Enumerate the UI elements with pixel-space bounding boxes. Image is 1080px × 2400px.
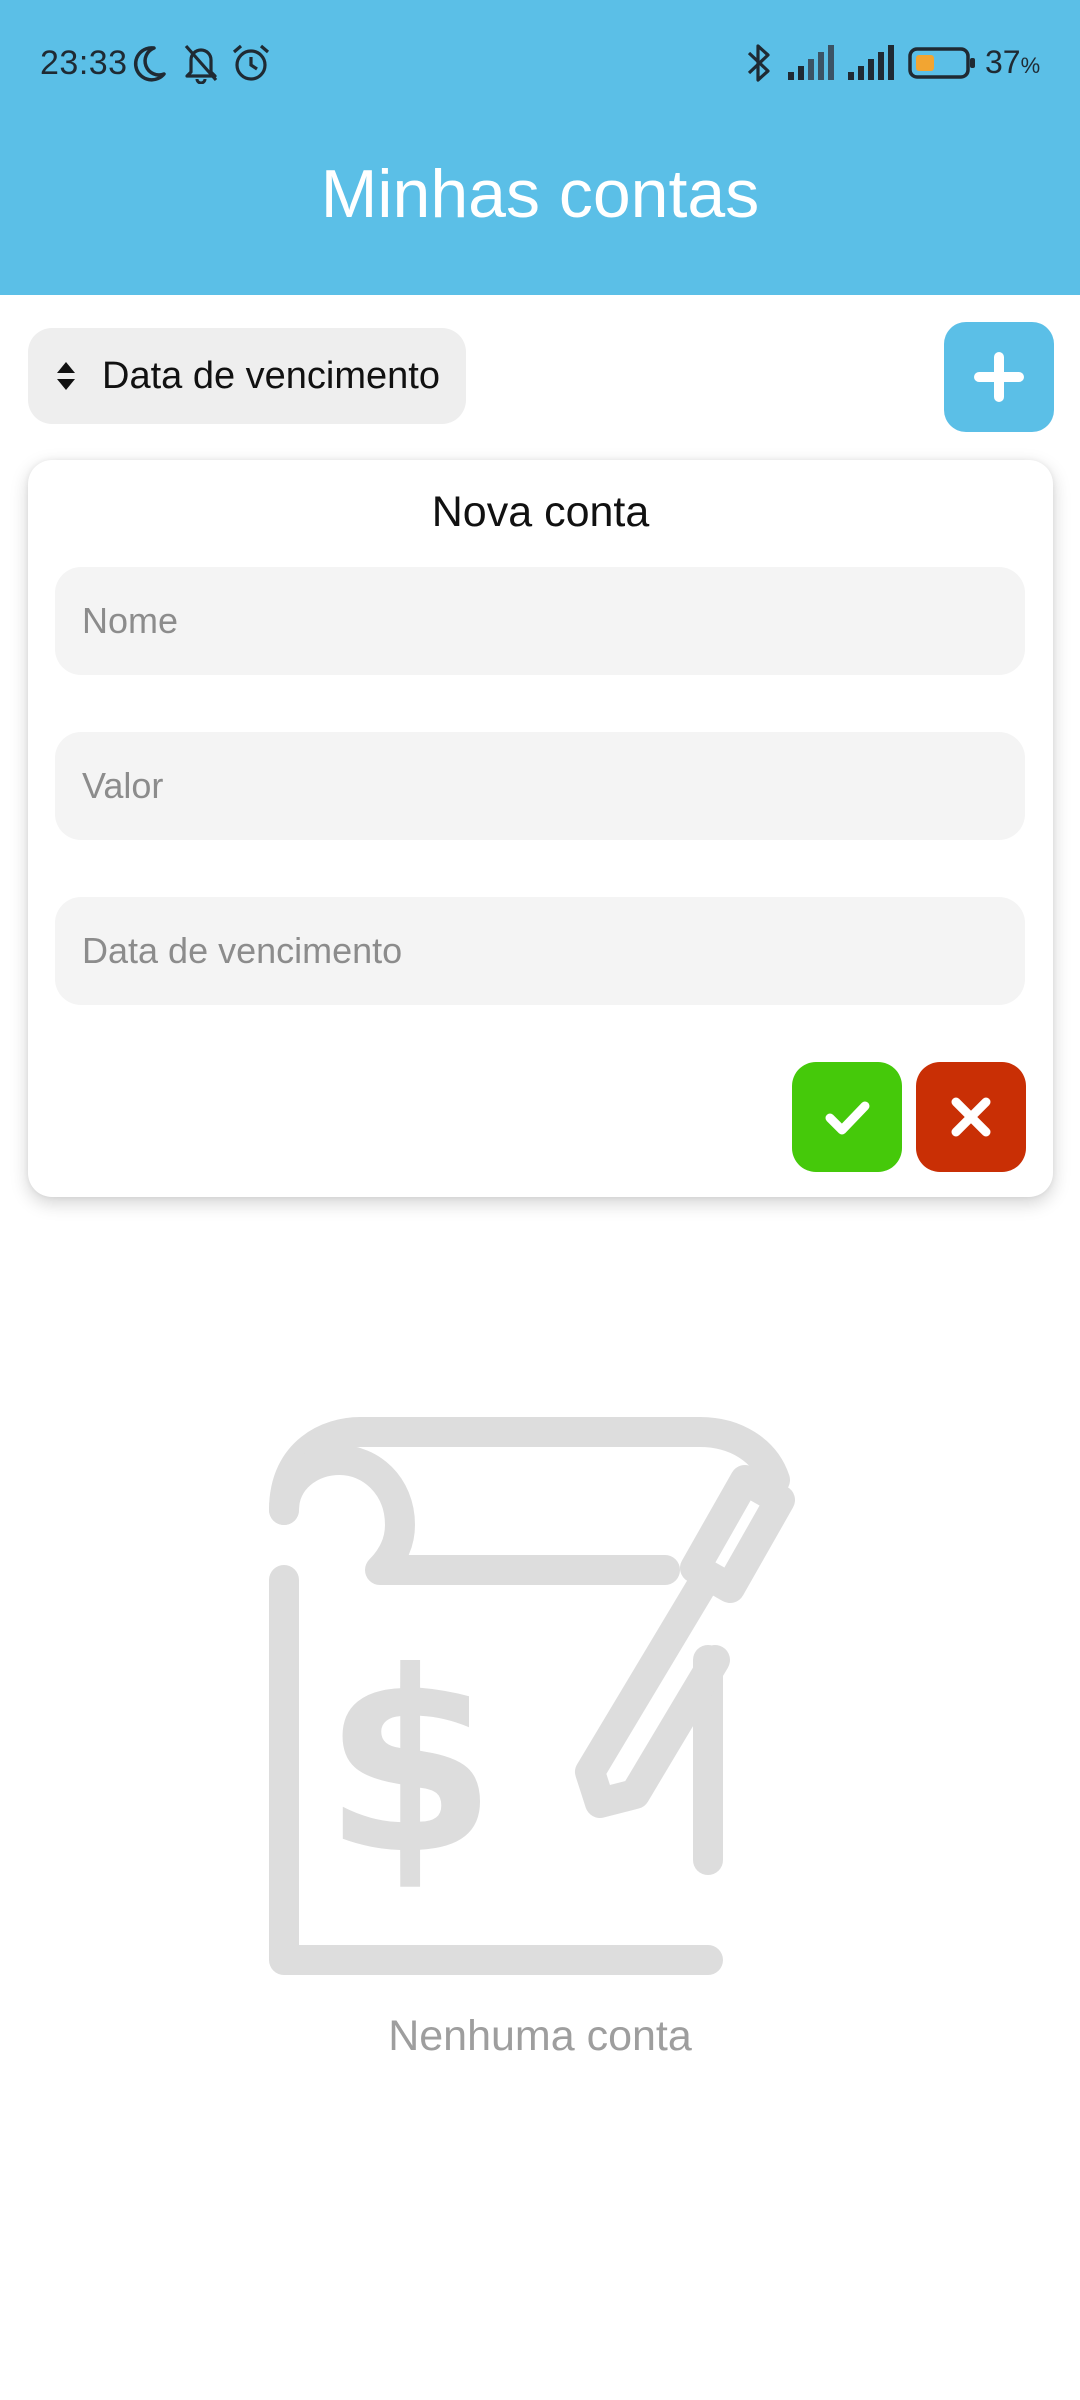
moon-icon (133, 46, 166, 82)
empty-state-text: Nenhuma conta (388, 2012, 692, 2060)
page-title: Minhas contas (320, 156, 760, 232)
new-account-card: Nova conta (28, 460, 1053, 1197)
bell-off-icon (184, 44, 218, 84)
sort-button[interactable]: Data de vencimento (28, 328, 466, 424)
status-time: 23:33 (40, 44, 128, 82)
add-account-button[interactable] (944, 322, 1054, 432)
sort-label: Data de vencimento (102, 354, 440, 397)
status-bar: 23:33 37% (0, 30, 1080, 100)
check-icon (825, 1101, 870, 1135)
confirm-button[interactable] (792, 1062, 902, 1172)
battery-percent: 37% (985, 44, 1041, 80)
signal-icon (788, 45, 834, 80)
sort-icon (57, 362, 75, 390)
bluetooth-icon (747, 44, 770, 82)
svg-text:$: $ (323, 1618, 497, 1909)
signal-icon (848, 45, 894, 80)
battery-icon (908, 47, 975, 79)
app-header: 23:33 37% Minhas contas (0, 0, 1080, 295)
close-icon (951, 1097, 991, 1137)
bill-icon: $ (269, 1417, 795, 1975)
alarm-icon (232, 44, 270, 81)
plus-icon (974, 352, 1024, 402)
due-date-input[interactable] (55, 897, 1025, 1005)
name-input[interactable] (55, 567, 1025, 675)
cancel-button[interactable] (916, 1062, 1026, 1172)
card-title: Nova conta (431, 488, 650, 536)
value-input[interactable] (55, 732, 1025, 840)
